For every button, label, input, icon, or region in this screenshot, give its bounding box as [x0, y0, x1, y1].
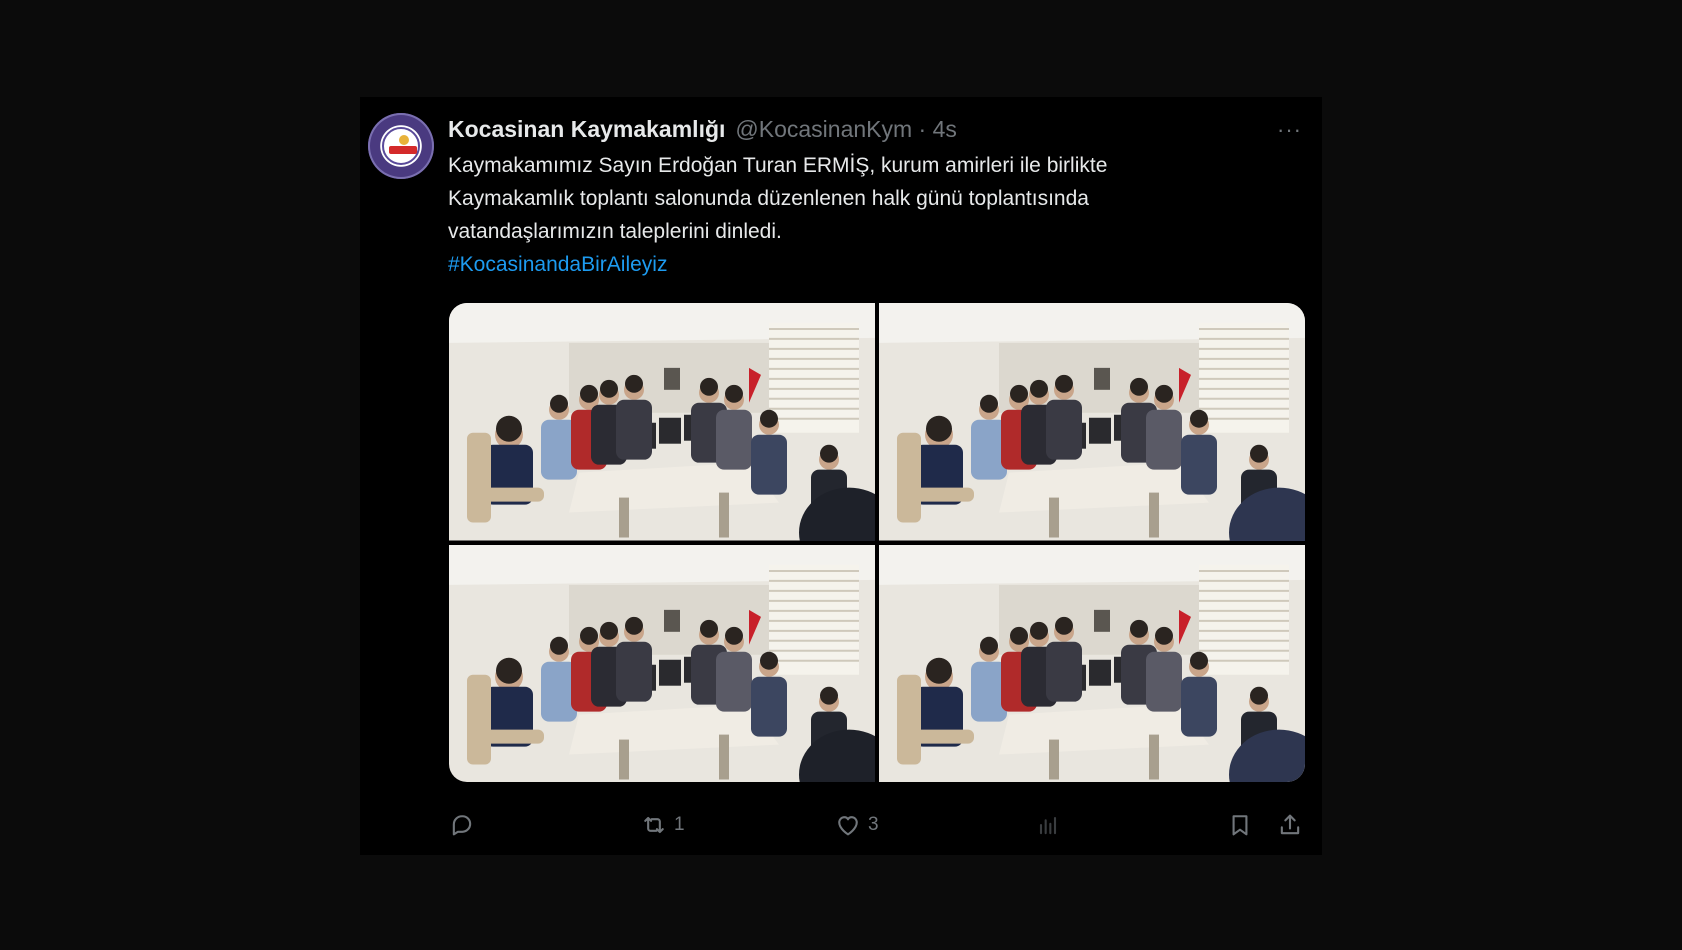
heart-icon [838, 816, 858, 836]
reply-button[interactable] [448, 807, 482, 843]
reply-icon [452, 815, 472, 836]
author-handle-and-time[interactable]: @KocasinanKym · 4s [735, 116, 957, 143]
tweet-text-line: Kaymakamımız Sayın Erdoğan Turan ERMİŞ, … [448, 154, 1108, 177]
share-icon [1280, 814, 1300, 835]
meeting-room-illustration [449, 303, 875, 541]
author-name[interactable]: Kocasinan Kaymakamlığı [448, 116, 725, 143]
photo-grid [449, 303, 1305, 782]
views-chart-icon [1039, 816, 1057, 835]
meeting-photo[interactable] [449, 303, 875, 541]
tweet-card[interactable]: Kocasinan Kaymakamlığı @KocasinanKym · 4… [360, 97, 1322, 855]
meeting-photo[interactable] [879, 303, 1305, 541]
avatar[interactable] [368, 113, 434, 179]
retweet-icon [644, 816, 664, 834]
seal-logo-icon [382, 127, 420, 165]
meeting-room-illustration [879, 544, 1305, 782]
tweet-text-line: Kaymakamlık toplantı salonunda düzenlene… [448, 187, 1089, 210]
meeting-photo[interactable] [449, 544, 875, 782]
meeting-room-illustration [879, 303, 1305, 541]
hashtag-link[interactable]: #KocasinandaBirAileyiz [448, 248, 1288, 281]
tweet-header: Kocasinan Kaymakamlığı @KocasinanKym · 4… [448, 115, 1302, 143]
like-count: 3 [868, 814, 879, 835]
retweet-button[interactable]: 1 [640, 807, 685, 843]
bookmark-button[interactable] [1226, 807, 1254, 843]
action-bar: 1 3 [448, 807, 1306, 843]
share-button[interactable] [1276, 807, 1304, 843]
bookmark-icon [1232, 815, 1248, 836]
meeting-photo[interactable] [879, 544, 1305, 782]
meeting-room-illustration [449, 544, 875, 782]
tweet-text-line: vatandaşlarımızın taleplerini dinledi. [448, 220, 782, 243]
retweet-count: 1 [674, 814, 685, 835]
tweet-text: Kaymakamımız Sayın Erdoğan Turan ERMİŞ, … [448, 149, 1288, 281]
views-button[interactable] [1034, 807, 1068, 843]
like-button[interactable]: 3 [834, 807, 879, 843]
more-options-icon[interactable]: ··· [1277, 117, 1302, 143]
